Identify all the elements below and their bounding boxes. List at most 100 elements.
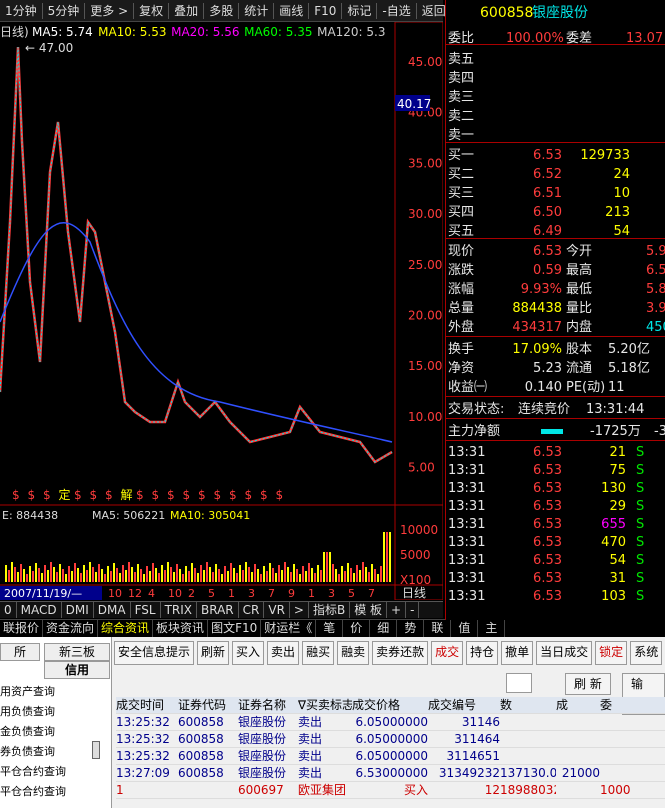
left-menu-item[interactable]: 平仓合约查询 xyxy=(0,783,66,801)
stat-value: 5.8 xyxy=(646,282,665,297)
trade-button[interactable]: 当日成交 xyxy=(536,641,593,665)
trade-button[interactable]: 撤单 xyxy=(501,641,534,665)
left-menu-item[interactable]: 用负债查询 xyxy=(0,703,55,721)
info-tab[interactable]: 值 xyxy=(451,620,479,637)
trade-button[interactable]: 系统 xyxy=(630,641,663,665)
table-row[interactable]: 13:25:32 600858 银座股份 卖出 6.05000000 311464 xyxy=(116,731,665,748)
column-header[interactable]: 委 xyxy=(600,697,630,713)
topbar-item[interactable]: 1分钟 xyxy=(0,2,43,19)
indicator-tab[interactable]: 0 xyxy=(0,602,17,618)
trade-button[interactable]: 成交 xyxy=(431,641,464,665)
quote-row: 涨跌 0.59 最高 6.5 xyxy=(446,262,665,280)
trade-button[interactable]: 融卖 xyxy=(337,641,370,665)
info-tab[interactable]: 势 xyxy=(397,620,425,637)
topbar-item[interactable]: 画线 xyxy=(274,2,310,19)
column-header[interactable]: 数 xyxy=(500,697,556,713)
topbar-item[interactable]: 更多 > xyxy=(85,2,135,19)
indicator-tab[interactable]: - xyxy=(406,602,420,618)
tick-price: 6.53 xyxy=(533,499,562,514)
info-tab[interactable]: 价 xyxy=(343,620,371,637)
column-header[interactable]: 成交价格 xyxy=(352,697,428,713)
table-header: 成交时间 证券代码 证券名称 ∇买卖标志 成交价格 成交编号数成委 xyxy=(116,697,665,714)
indicator-tab[interactable]: DMI xyxy=(62,602,94,618)
column-header[interactable]: 成 xyxy=(556,697,600,713)
left-menu-item[interactable]: 平仓合约查询 xyxy=(0,763,66,781)
left-menu-item[interactable]: 金负债查询 xyxy=(0,723,55,741)
indicator-tab[interactable]: > xyxy=(290,602,309,618)
table-row[interactable]: 1 600697 欧亚集团 买入 1218988032 1000.00 xyxy=(116,782,665,799)
vol-bar xyxy=(221,574,223,582)
indicator-tab[interactable]: 模 板 xyxy=(350,602,388,618)
column-header[interactable]: 成交编号 xyxy=(428,697,500,713)
indicator-tab[interactable]: 指标B xyxy=(309,602,351,618)
topbar-item[interactable]: F10 xyxy=(309,2,343,19)
blank-box xyxy=(506,673,532,693)
table-row[interactable]: 13:27:09 600858 银座股份 卖出 6.53000000 31349232 13… xyxy=(116,765,665,782)
left-menu-item[interactable]: 券负债查询 xyxy=(0,743,55,761)
trade-button[interactable]: 刷新 xyxy=(197,641,230,665)
column-header[interactable]: 成交时间 xyxy=(116,697,178,713)
column-header[interactable]: 证券代码 xyxy=(178,697,238,713)
info-tab[interactable]: 联报价 xyxy=(0,620,44,637)
topbar-item[interactable]: 多股 xyxy=(204,2,240,19)
weibi: 100.00% xyxy=(506,31,564,46)
info-tab[interactable]: 综合资讯 xyxy=(98,620,154,637)
refresh-button[interactable]: 刷 新 xyxy=(565,673,611,695)
indicator-tab[interactable]: VR xyxy=(264,602,290,618)
indicator-tab[interactable]: FSL xyxy=(131,602,161,618)
x-tick: 7 xyxy=(268,587,275,600)
column-header[interactable]: 证券名称 xyxy=(238,697,298,713)
topbar-item[interactable]: -自选 xyxy=(377,2,417,19)
indicator-tab[interactable]: MACD xyxy=(17,602,62,618)
indicator-tab[interactable]: TRIX xyxy=(161,602,198,618)
left-scrollbar[interactable] xyxy=(92,741,100,759)
stat-label: 涨幅 xyxy=(448,282,475,297)
panel-divider xyxy=(446,336,665,337)
trade-button[interactable]: 融买 xyxy=(302,641,335,665)
info-tab[interactable]: 细 xyxy=(370,620,398,637)
buy-label: 买一 xyxy=(448,148,475,163)
info-tab[interactable]: 笔 xyxy=(316,620,344,637)
tick-time: 13:31 xyxy=(448,517,486,532)
vol-bar xyxy=(143,574,145,582)
topbar-item[interactable]: 统计 xyxy=(239,2,275,19)
quote-row: 13:31 6.53 29 S xyxy=(446,498,665,516)
x-tick: 9 xyxy=(288,587,295,600)
indicator-tab[interactable]: BRAR xyxy=(197,602,239,618)
left-tab[interactable]: 信用 xyxy=(44,661,110,679)
vol-bar xyxy=(311,568,313,582)
vol-bar xyxy=(350,568,352,582)
table-row[interactable]: 13:25:32 600858 银座股份 卖出 6.05000000 3114651 xyxy=(116,748,665,765)
trade-button[interactable]: 锁定 xyxy=(595,641,628,665)
table-row[interactable]: 13:25:32 600858 银座股份 卖出 6.05000000 31146 xyxy=(116,714,665,731)
info-tab[interactable]: 主 xyxy=(478,620,506,637)
left-tab[interactable]: 所 xyxy=(0,643,40,661)
vol-bar xyxy=(197,573,199,582)
buy-price: 6.51 xyxy=(533,186,562,201)
info-tab[interactable]: 资金流向 xyxy=(43,620,99,637)
vol-bar xyxy=(287,567,289,582)
left-tab[interactable]: 新三板 xyxy=(44,643,110,661)
table-cell: 1 xyxy=(116,783,124,797)
column-header[interactable]: ∇买卖标志 xyxy=(298,697,352,713)
trade-button[interactable]: 持仓 xyxy=(466,641,499,665)
topbar-item[interactable]: 复权 xyxy=(134,2,170,19)
vol-bar xyxy=(164,570,166,582)
info-tab[interactable]: 联 xyxy=(424,620,452,637)
topbar-item[interactable]: 标记 xyxy=(342,2,378,19)
trade-button[interactable]: 卖券还款 xyxy=(372,641,429,665)
info-tab[interactable]: 板块资讯 xyxy=(153,620,209,637)
trade-button[interactable]: 卖出 xyxy=(267,641,300,665)
left-menu-item[interactable]: 用资产查询 xyxy=(0,683,55,701)
indicator-tab[interactable]: CR xyxy=(239,602,265,618)
info-tab[interactable]: 财运栏《 xyxy=(261,620,317,637)
info-tab[interactable]: 图文F10 xyxy=(208,620,262,637)
trade-button[interactable]: 安全信息提示 xyxy=(114,641,195,665)
topbar-item[interactable]: 叠加 xyxy=(169,2,205,19)
kline-chart[interactable]: 日线) MA5: 5.74 MA10: 5.53 MA20: 5.56 MA60: 5.… xyxy=(0,21,444,601)
indicator-tab[interactable]: DMA xyxy=(94,602,131,618)
event-marker: $ xyxy=(152,488,160,502)
trade-button[interactable]: 买入 xyxy=(232,641,265,665)
indicator-tab[interactable]: + xyxy=(387,602,407,618)
topbar-item[interactable]: 5分钟 xyxy=(43,2,86,19)
